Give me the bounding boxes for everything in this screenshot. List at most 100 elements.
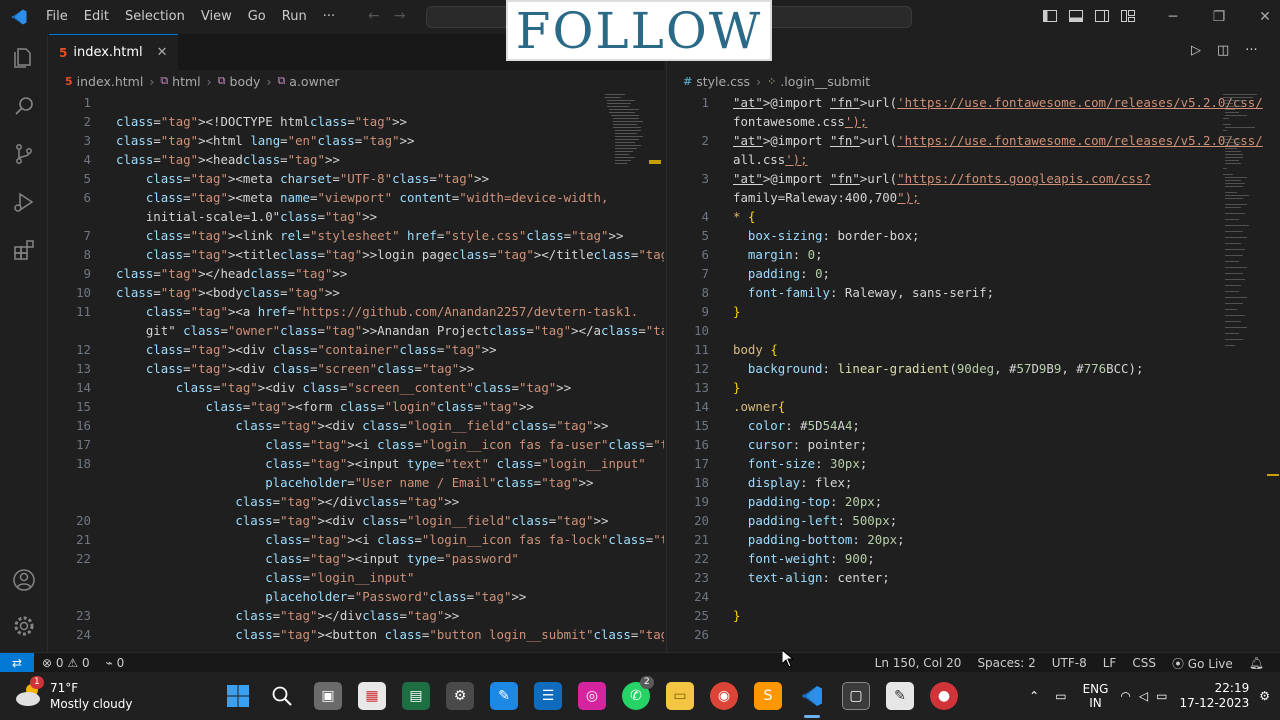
restore-icon[interactable]: ❐ bbox=[1196, 0, 1242, 34]
code-line[interactable]: placeholder="Password"class="tag">> bbox=[49, 587, 609, 606]
problems-indicator[interactable]: ⊗ 0 ⚠ 0 bbox=[34, 656, 98, 670]
code-line[interactable]: 14 class="tag"><div class="screen__conte… bbox=[49, 378, 609, 397]
code-line[interactable]: 17 class="tag"><i class="login__icon fas… bbox=[49, 435, 664, 454]
code-line[interactable]: 25} bbox=[667, 606, 1227, 625]
menu-file[interactable]: File bbox=[38, 0, 76, 34]
breadcrumb-item[interactable]: .login__submit bbox=[780, 74, 870, 89]
menu-go[interactable]: Go bbox=[240, 0, 274, 34]
screen-recorder-icon[interactable]: ● bbox=[930, 682, 958, 710]
code-line[interactable]: 9 class="tag"></headclass="tag">> bbox=[49, 264, 609, 283]
go-live-button[interactable]: ⦿ Go Live bbox=[1164, 655, 1241, 672]
tab-index-html[interactable]: 5 index.html ✕ bbox=[49, 34, 178, 70]
breadcrumb-item[interactable]: style.css bbox=[696, 74, 750, 89]
code-line[interactable]: initial-scale=1.0"class="tag">> bbox=[49, 207, 609, 226]
explorer-icon[interactable] bbox=[0, 34, 48, 82]
vscode-taskbar-icon[interactable] bbox=[798, 682, 826, 710]
code-line[interactable]: 20 class="tag"><div class="login__field"… bbox=[49, 511, 609, 530]
menu-more[interactable]: ··· bbox=[315, 0, 343, 34]
code-line[interactable]: 17 font-size: 30px; bbox=[667, 454, 1227, 473]
source-control-icon[interactable] bbox=[0, 130, 48, 178]
code-line[interactable]: class="login__input" bbox=[49, 568, 609, 587]
app-window-icon[interactable]: ▢ bbox=[842, 682, 870, 710]
code-line[interactable]: family=Raleway:400,700"); bbox=[667, 188, 1227, 207]
minimap-left[interactable] bbox=[605, 92, 645, 182]
settings-gear-icon[interactable]: ⚙ bbox=[446, 682, 474, 710]
code-line[interactable]: 11 body { bbox=[667, 340, 1227, 359]
menu-view[interactable]: View bbox=[193, 0, 240, 34]
minimap-right[interactable] bbox=[1223, 92, 1263, 346]
code-line[interactable]: 1 "at">@import "fn">url('https://use.font… bbox=[667, 93, 1263, 112]
document-icon[interactable]: ✎ bbox=[886, 682, 914, 710]
close-tab-icon[interactable]: ✕ bbox=[157, 45, 168, 60]
code-line[interactable]: git" class="owner"class="tag">>Anandan P… bbox=[49, 321, 664, 340]
code-line[interactable]: 23 class="tag"></divclass="tag">> bbox=[49, 606, 609, 625]
code-line[interactable]: 13 class="tag"><div class="screen"class=… bbox=[49, 359, 609, 378]
remote-indicator-icon[interactable]: ⇄ bbox=[0, 652, 34, 673]
notepad-icon[interactable]: ☰ bbox=[534, 682, 562, 710]
code-line[interactable]: 8 class="tag"><titleclass="tag">>login p… bbox=[49, 245, 664, 264]
code-line[interactable]: placeholder="User name / Email"class="ta… bbox=[49, 473, 609, 492]
toggle-primary-sidebar-icon[interactable] bbox=[1042, 8, 1058, 24]
more-actions-icon[interactable]: ··· bbox=[1245, 43, 1257, 58]
end-of-line[interactable]: LF bbox=[1095, 656, 1125, 670]
sublime-text-icon[interactable]: S bbox=[754, 682, 782, 710]
split-editor-icon[interactable]: ◫ bbox=[1217, 43, 1229, 58]
notification-center-icon[interactable]: ⚙ bbox=[1257, 689, 1280, 703]
extensions-icon[interactable] bbox=[0, 226, 48, 274]
windows-start-icon[interactable] bbox=[224, 682, 252, 710]
manage-gear-icon[interactable] bbox=[0, 602, 48, 650]
chrome-icon[interactable]: ◉ bbox=[710, 682, 738, 710]
code-line[interactable]: 6 class="tag"><meta name="viewport" cont… bbox=[49, 188, 609, 207]
code-line[interactable]: 21 class="tag"><i class="login__icon fas… bbox=[49, 530, 664, 549]
forward-arrow-icon[interactable]: → bbox=[394, 8, 406, 24]
search-icon[interactable] bbox=[0, 82, 48, 130]
volume-icon[interactable]: ◁ bbox=[1135, 689, 1152, 703]
toggle-secondary-sidebar-icon[interactable] bbox=[1094, 8, 1110, 24]
code-line[interactable]: 24 bbox=[667, 587, 1227, 606]
code-line[interactable]: all.css'); bbox=[667, 150, 1227, 169]
code-line[interactable]: 11 class="tag"><a href="https://github.c… bbox=[49, 302, 638, 321]
menu-run[interactable]: Run bbox=[274, 0, 315, 34]
run-icon[interactable]: ▷ bbox=[1191, 43, 1201, 58]
code-line[interactable]: 6 margin: 0; bbox=[667, 245, 1227, 264]
code-line[interactable]: 15 class="tag"><form class="login"class=… bbox=[49, 397, 609, 416]
whatsapp-icon[interactable]: ✆ 2 bbox=[622, 676, 654, 710]
breadcrumb-item[interactable]: body bbox=[230, 74, 261, 89]
code-line[interactable]: 2 "at">@import "fn">url('https://use.font… bbox=[667, 131, 1263, 150]
network-display-icon[interactable]: ▭ bbox=[1047, 689, 1074, 703]
code-line[interactable]: 16 cursor: pointer; bbox=[667, 435, 1227, 454]
code-line[interactable]: 5 class="tag"><meta charset="UTF-8"class… bbox=[49, 169, 609, 188]
code-line[interactable]: 22 class="tag"><input type="password" bbox=[49, 549, 609, 568]
run-debug-icon[interactable] bbox=[0, 178, 48, 226]
toggle-panel-icon[interactable] bbox=[1068, 8, 1084, 24]
menu-selection[interactable]: Selection bbox=[117, 0, 193, 34]
code-line[interactable]: 18 class="tag"><input type="text" class=… bbox=[49, 454, 646, 473]
task-view-icon[interactable]: ▣ bbox=[314, 682, 342, 710]
code-line[interactable]: 14 .owner{ bbox=[667, 397, 1227, 416]
code-line[interactable]: 3 class="tag"><html lang="en"class="tag">… bbox=[49, 131, 609, 150]
breadcrumb-item[interactable]: index.html bbox=[77, 74, 144, 89]
snipping-tool-icon[interactable]: ✎ bbox=[490, 682, 518, 710]
accounts-icon[interactable] bbox=[0, 556, 48, 604]
code-line[interactable]: 20 padding-left: 500px; bbox=[667, 511, 1227, 530]
code-line[interactable]: 12 background: linear-gradient(90deg, #5… bbox=[667, 359, 1227, 378]
instagram-icon[interactable]: ◎ bbox=[578, 682, 606, 710]
minimize-icon[interactable]: ─ bbox=[1150, 0, 1196, 34]
code-line[interactable]: 10 class="tag"><bodyclass="tag">> bbox=[49, 283, 609, 302]
code-line[interactable]: 15 color: #5D54A4; bbox=[667, 416, 1227, 435]
file-explorer-icon[interactable]: ▭ bbox=[666, 682, 694, 710]
code-line[interactable]: 13} bbox=[667, 378, 1227, 397]
code-line[interactable]: 19 padding-top: 20px; bbox=[667, 492, 1227, 511]
indentation[interactable]: Spaces: 2 bbox=[969, 656, 1043, 670]
search-icon[interactable] bbox=[268, 682, 296, 710]
code-line[interactable]: class="tag"></divclass="tag">> bbox=[49, 492, 609, 511]
microsoft-store-icon[interactable]: ▦ bbox=[358, 682, 386, 710]
code-line[interactable]: 26 bbox=[667, 625, 1227, 644]
breadcrumb-item[interactable]: a.owner bbox=[289, 74, 339, 89]
code-line[interactable]: 16 class="tag"><div class="login__field"… bbox=[49, 416, 609, 435]
code-line[interactable]: 2 class="tag"><!DOCTYPE htmlclass="tag">> bbox=[49, 112, 609, 131]
code-line[interactable]: 21 padding-bottom: 20px; bbox=[667, 530, 1227, 549]
code-line[interactable]: 1 bbox=[49, 93, 609, 112]
code-line[interactable]: 7 padding: 0; bbox=[667, 264, 1227, 283]
cursor-position[interactable]: Ln 150, Col 20 bbox=[867, 656, 970, 670]
